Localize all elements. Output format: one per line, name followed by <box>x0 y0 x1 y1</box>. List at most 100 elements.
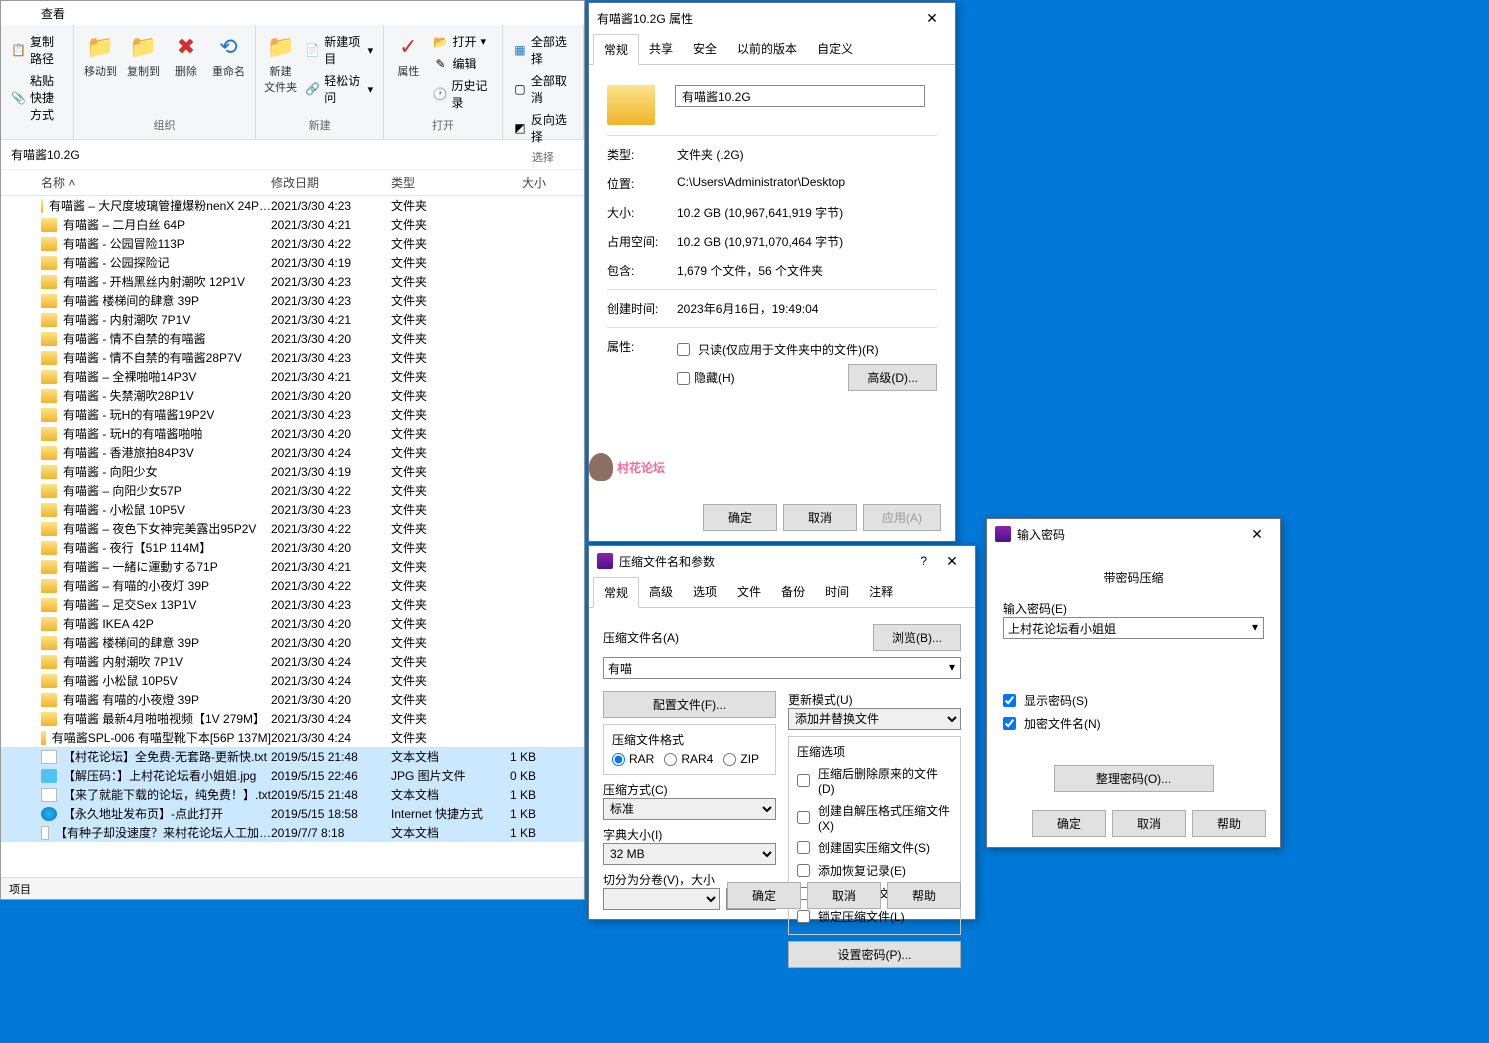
file-row[interactable]: 有喵酱 - 情不自禁的有喵酱28P7V2021/3/30 4:23文件夹 <box>1 348 584 367</box>
file-row[interactable]: 有喵酱 - 开档黑丝内射潮吹 12P1V2021/3/30 4:23文件夹 <box>1 272 584 291</box>
breadcrumb[interactable]: 有喵酱10.2G <box>1 140 584 170</box>
file-row[interactable]: 有喵酱 - 玩H的有喵酱啪啪2021/3/30 4:20文件夹 <box>1 424 584 443</box>
file-row[interactable]: 有喵酱 - 失禁潮吹28P1V2021/3/30 4:20文件夹 <box>1 386 584 405</box>
file-row[interactable]: 有喵酱 – 全裸啪啪14P3V2021/3/30 4:21文件夹 <box>1 367 584 386</box>
delete-button[interactable]: ✖删除 <box>166 29 206 81</box>
help-button[interactable]: 帮助 <box>887 882 961 909</box>
column-date[interactable]: 修改日期 <box>271 174 391 191</box>
ok-button[interactable]: 确定 <box>703 504 777 531</box>
method-select[interactable]: 标准 <box>603 798 776 820</box>
titlebar[interactable]: 输入密码 ✕ <box>987 519 1280 549</box>
tab-2[interactable]: 选项 <box>683 577 727 608</box>
opt-sfx[interactable] <box>797 811 810 824</box>
titlebar[interactable]: 压缩文件名和参数 ? ✕ <box>589 546 975 576</box>
file-row[interactable]: 有喵酱 – 一緒に運動する71P2021/3/30 4:21文件夹 <box>1 557 584 576</box>
file-row[interactable]: 有喵酱 - 夜行【51P 114M】2021/3/30 4:20文件夹 <box>1 538 584 557</box>
close-button[interactable]: ✕ <box>937 553 967 570</box>
open-item[interactable]: 📂打开 ▾ <box>429 31 496 52</box>
tab-3[interactable]: 以前的版本 <box>727 34 807 65</box>
file-row[interactable]: 有喵酱 内射潮吹 7P1V2021/3/30 4:24文件夹 <box>1 652 584 671</box>
format-zip[interactable]: ZIP <box>723 752 759 766</box>
dropdown-icon[interactable]: ▾ <box>1252 620 1258 634</box>
cancel-button[interactable]: 取消 <box>1112 810 1186 837</box>
file-row[interactable]: 有喵酱 小松鼠 10P5V2021/3/30 4:24文件夹 <box>1 671 584 690</box>
ok-button[interactable]: 确定 <box>727 882 801 909</box>
properties-button[interactable]: ✓属性 <box>390 29 426 113</box>
file-list[interactable]: 有喵酱 – 大尺度坡璃管撞爆粉nenX 24P…2021/3/30 4:23文件… <box>1 196 584 886</box>
show-password-checkbox[interactable] <box>1003 694 1016 707</box>
column-type[interactable]: 类型 <box>391 174 496 191</box>
tab-3[interactable]: 文件 <box>727 577 771 608</box>
easy-access[interactable]: 🔗轻松访问 ▾ <box>301 70 377 108</box>
file-row[interactable]: 有喵酱 - 玩H的有喵酱19P2V2021/3/30 4:23文件夹 <box>1 405 584 424</box>
file-row[interactable]: 【来了就能下载的论坛，纯免费！】.txt2019/5/15 21:48文本文档1… <box>1 785 584 804</box>
file-row[interactable]: 有喵酱 楼梯间的肆意 39P2021/3/30 4:23文件夹 <box>1 291 584 310</box>
organize-passwords-button[interactable]: 整理密码(O)... <box>1054 765 1214 792</box>
readonly-checkbox[interactable] <box>677 343 690 356</box>
select-all[interactable]: ▦全部选择 <box>509 31 577 69</box>
cancel-button[interactable]: 取消 <box>807 882 881 909</box>
tab-4[interactable]: 自定义 <box>807 34 863 65</box>
tab-1[interactable]: 共享 <box>639 34 683 65</box>
file-row[interactable]: 有喵酱 - 内射潮吹 7P1V2021/3/30 4:21文件夹 <box>1 310 584 329</box>
history-item[interactable]: 🕐历史记录 <box>429 75 496 113</box>
new-folder-button[interactable]: 📁新建 文件夹 <box>262 29 299 108</box>
advanced-button[interactable]: 高级(D)... <box>848 364 937 391</box>
close-button[interactable]: ✕ <box>1242 526 1272 543</box>
file-row[interactable]: 有喵酱 – 二月白丝 64P2021/3/30 4:21文件夹 <box>1 215 584 234</box>
file-row[interactable]: 有喵酱 – 有喵的小夜灯 39P2021/3/30 4:22文件夹 <box>1 576 584 595</box>
set-password-button[interactable]: 设置密码(P)... <box>788 941 961 968</box>
cancel-button[interactable]: 取消 <box>783 504 857 531</box>
tab-5[interactable]: 时间 <box>815 577 859 608</box>
column-size[interactable]: 大小 <box>496 174 546 191</box>
folder-name-input[interactable] <box>675 85 925 107</box>
format-rar4[interactable]: RAR4 <box>664 752 713 766</box>
file-row[interactable]: 有喵酱 - 公园冒险113P2021/3/30 4:22文件夹 <box>1 234 584 253</box>
opt-delete[interactable] <box>797 774 810 787</box>
ribbon-tab-view[interactable]: 查看 <box>31 1 75 26</box>
file-row[interactable]: 有喵酱 - 向阳少女2021/3/30 4:19文件夹 <box>1 462 584 481</box>
copy-path[interactable]: 📋复制路径 <box>7 31 67 69</box>
file-row[interactable]: 有喵酱 – 向阳少女57P2021/3/30 4:22文件夹 <box>1 481 584 500</box>
tab-2[interactable]: 安全 <box>683 34 727 65</box>
dict-select[interactable]: 32 MB <box>603 843 776 865</box>
tab-0[interactable]: 常规 <box>593 577 639 608</box>
profiles-button[interactable]: 配置文件(F)... <box>603 691 776 718</box>
file-row[interactable]: 有喵酱 楼梯间的肆意 39P2021/3/30 4:20文件夹 <box>1 633 584 652</box>
ok-button[interactable]: 确定 <box>1032 810 1106 837</box>
hidden-checkbox[interactable] <box>677 372 690 385</box>
file-row[interactable]: 有喵酱 - 香港旅拍84P3V2021/3/30 4:24文件夹 <box>1 443 584 462</box>
update-mode-select[interactable]: 添加并替换文件 <box>788 708 961 730</box>
close-button[interactable]: ✕ <box>917 10 947 27</box>
browse-button[interactable]: 浏览(B)... <box>873 624 961 651</box>
file-row[interactable]: 有喵酱 有喵的小夜燈 39P2021/3/30 4:20文件夹 <box>1 690 584 709</box>
tab-4[interactable]: 备份 <box>771 577 815 608</box>
tab-1[interactable]: 高级 <box>639 577 683 608</box>
invert-selection[interactable]: ◩反向选择 <box>509 109 577 147</box>
file-row[interactable]: 有喵酱 - 小松鼠 10P5V2021/3/30 4:23文件夹 <box>1 500 584 519</box>
file-row[interactable]: 有喵酱 - 公园探险记2021/3/30 4:19文件夹 <box>1 253 584 272</box>
new-item[interactable]: 📄新建项目 ▾ <box>301 31 377 69</box>
archive-name-input[interactable] <box>603 657 961 679</box>
edit-item[interactable]: ✎编辑 <box>429 53 496 74</box>
opt-solid[interactable] <box>797 841 810 854</box>
titlebar[interactable]: 有喵酱10.2G 属性 ✕ <box>589 3 955 33</box>
file-row[interactable]: 【村花论坛】全免费-无套路-更新快.txt2019/5/15 21:48文本文档… <box>1 747 584 766</box>
password-input[interactable] <box>1003 617 1264 639</box>
tab-0[interactable]: 常规 <box>593 34 639 65</box>
file-row[interactable]: 有喵酱 IKEA 42P2021/3/30 4:20文件夹 <box>1 614 584 633</box>
copy-to-button[interactable]: 📁复制到 <box>123 29 164 81</box>
rename-button[interactable]: ⟲重命名 <box>208 29 249 81</box>
help-icon[interactable]: ? <box>920 554 927 568</box>
dropdown-icon[interactable]: ▾ <box>949 660 955 674</box>
file-row[interactable]: 【解压码：】上村花论坛看小姐姐.jpg2019/5/15 22:46JPG 图片… <box>1 766 584 785</box>
tab-6[interactable]: 注释 <box>859 577 903 608</box>
apply-button[interactable]: 应用(A) <box>863 504 941 531</box>
select-none[interactable]: ▢全部取消 <box>509 70 577 108</box>
move-to-button[interactable]: 📁移动到 <box>80 29 121 81</box>
paste-shortcut[interactable]: 📎粘贴快捷方式 <box>7 70 67 125</box>
file-row[interactable]: 有喵酱 – 夜色下女神完美露出95P2V2021/3/30 4:22文件夹 <box>1 519 584 538</box>
file-row[interactable]: 有喵酱 最新4月啪啪视频【1V 279M】2021/3/30 4:24文件夹 <box>1 709 584 728</box>
encrypt-names-checkbox[interactable] <box>1003 717 1016 730</box>
file-row[interactable]: 【永久地址发布页】-点此打开2019/5/15 18:58Internet 快捷… <box>1 804 584 823</box>
